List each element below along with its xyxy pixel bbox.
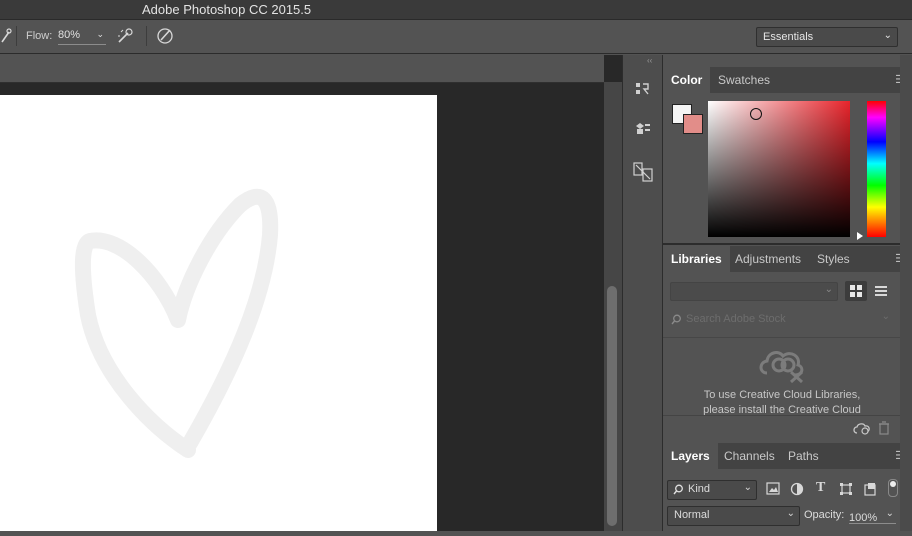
- options-bar: Flow: 80% ⌄ Essentials ⌄: [0, 20, 912, 54]
- pixel-layer-filter-icon[interactable]: [766, 482, 780, 495]
- blend-mode-select[interactable]: Normal ⌄: [667, 506, 800, 526]
- brush-mode-icon[interactable]: [0, 28, 12, 44]
- flow-value: 80%: [58, 29, 81, 41]
- document-canvas[interactable]: [0, 95, 437, 531]
- creative-cloud-unavailable-icon: [759, 351, 804, 383]
- workspace-label: Essentials: [763, 31, 814, 43]
- opacity-value: 100%: [849, 512, 878, 524]
- tab-layers[interactable]: Layers: [663, 443, 718, 469]
- stock-search-placeholder: Search Adobe Stock: [686, 313, 786, 325]
- chevron-down-icon: ⌄: [883, 30, 892, 41]
- workspace-switcher[interactable]: Essentials ⌄: [756, 27, 898, 47]
- grid-view-button[interactable]: [845, 281, 867, 301]
- color-picker-cursor[interactable]: [750, 108, 762, 120]
- sync-cloud-icon[interactable]: [853, 422, 871, 435]
- color-panel-tabs: Color Swatches ☰: [663, 67, 912, 93]
- stock-search-field[interactable]: Search Adobe Stock ⌄: [670, 311, 896, 328]
- toolbar-divider: [16, 26, 17, 46]
- flow-input[interactable]: 80% ⌄: [58, 29, 106, 45]
- adjustment-layer-filter-icon[interactable]: [790, 482, 804, 496]
- library-select[interactable]: ⌄: [670, 282, 838, 301]
- chevron-down-icon: ⌄: [96, 29, 104, 39]
- airbrush-icon[interactable]: [116, 27, 136, 45]
- chevron-down-icon: ⌄: [824, 284, 833, 295]
- right-edge-strip: [900, 55, 912, 531]
- properties-icon[interactable]: [630, 115, 656, 141]
- opacity-input[interactable]: 100% ⌄: [849, 508, 896, 524]
- tab-swatches[interactable]: Swatches: [710, 67, 778, 93]
- layer-filter-label: Kind: [688, 483, 711, 495]
- grid-view-icon: [850, 285, 862, 297]
- toolbar-divider: [146, 26, 147, 46]
- libraries-footer: [663, 415, 900, 440]
- list-view-icon[interactable]: [875, 286, 887, 297]
- filter-toggle[interactable]: [888, 479, 898, 497]
- pressure-icon[interactable]: [156, 27, 176, 45]
- history-icon[interactable]: [630, 76, 656, 102]
- tab-color[interactable]: Color: [663, 67, 711, 93]
- libraries-panel-tabs: Libraries Adjustments Styles ☰: [663, 246, 912, 272]
- filter-toggle-knob: [890, 481, 896, 487]
- chevron-down-icon: ⌄: [743, 482, 752, 493]
- trash-icon[interactable]: [878, 421, 890, 435]
- opacity-label: Opacity:: [804, 509, 845, 521]
- layer-filter-select[interactable]: Kind ⌄: [667, 480, 757, 500]
- background-color-swatch[interactable]: [683, 114, 703, 134]
- tab-libraries[interactable]: Libraries: [663, 246, 730, 272]
- color-field[interactable]: [708, 101, 850, 237]
- title-bar: Adobe Photoshop CC 2015.5: [0, 0, 912, 20]
- libraries-message-line-1: To use Creative Cloud Libraries,: [703, 389, 861, 401]
- chevron-down-icon: ⌄: [885, 508, 894, 519]
- search-icon: [673, 484, 683, 495]
- shape-layer-filter-icon[interactable]: [839, 482, 853, 496]
- search-icon: [671, 314, 681, 325]
- type-layer-filter-icon[interactable]: T: [816, 480, 825, 496]
- window-title: Adobe Photoshop CC 2015.5: [142, 2, 312, 17]
- panel-divider: [663, 243, 912, 245]
- separator: [663, 337, 900, 338]
- document-tab-bar: [0, 55, 604, 83]
- scrollbar-thumb[interactable]: [607, 286, 617, 526]
- chevron-down-icon: ⌄: [881, 311, 890, 322]
- collapsed-panel-strip: ‹‹: [622, 55, 663, 531]
- hue-slider[interactable]: [867, 101, 886, 237]
- layers-panel-tabs: Layers Channels Paths ☰: [663, 443, 912, 469]
- chevron-down-icon: ⌄: [786, 508, 795, 519]
- hue-slider-handle[interactable]: [857, 232, 863, 240]
- flow-label: Flow:: [26, 30, 53, 42]
- tab-styles[interactable]: Styles: [809, 246, 858, 272]
- libraries-message: To use Creative Cloud Libraries, please …: [664, 388, 900, 418]
- tab-adjustments[interactable]: Adjustments: [727, 246, 809, 272]
- brush-presets-icon[interactable]: [630, 159, 656, 185]
- smart-object-filter-icon[interactable]: [863, 482, 877, 496]
- blend-mode-value: Normal: [674, 509, 710, 521]
- heart-drawing: [74, 188, 279, 458]
- collapse-left-icon[interactable]: ‹‹: [647, 56, 652, 65]
- tab-paths[interactable]: Paths: [780, 443, 827, 469]
- tab-channels[interactable]: Channels: [716, 443, 783, 469]
